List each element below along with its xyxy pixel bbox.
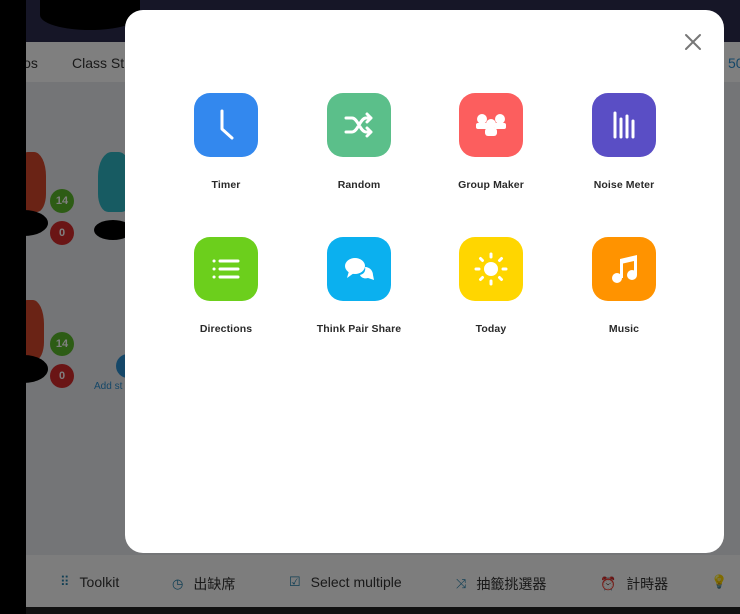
music-note-icon xyxy=(592,237,656,301)
clock-icon xyxy=(194,93,258,157)
bars-icon xyxy=(592,93,656,157)
tool-random[interactable]: Random xyxy=(299,93,419,191)
left-edge xyxy=(0,0,26,614)
group-icon xyxy=(459,93,523,157)
tool-music[interactable]: Music xyxy=(564,237,684,335)
tool-timer[interactable]: Timer xyxy=(166,93,286,191)
redaction xyxy=(0,355,48,383)
sun-icon xyxy=(459,237,523,301)
shuffle-icon xyxy=(327,93,391,157)
tool-directions[interactable]: Directions xyxy=(166,237,286,335)
tool-group-maker[interactable]: Group Maker xyxy=(431,93,551,191)
tool-noise-meter[interactable]: Noise Meter xyxy=(564,93,684,191)
list-icon xyxy=(194,237,258,301)
tool-today[interactable]: Today xyxy=(431,237,551,335)
close-icon[interactable] xyxy=(681,30,705,54)
toolkit-modal: Timer Random Group Maker Noise Meter Dir… xyxy=(125,10,724,553)
redaction xyxy=(0,210,48,236)
chat-bubbles-icon xyxy=(327,237,391,301)
tool-think-pair-share[interactable]: Think Pair Share xyxy=(299,237,419,335)
